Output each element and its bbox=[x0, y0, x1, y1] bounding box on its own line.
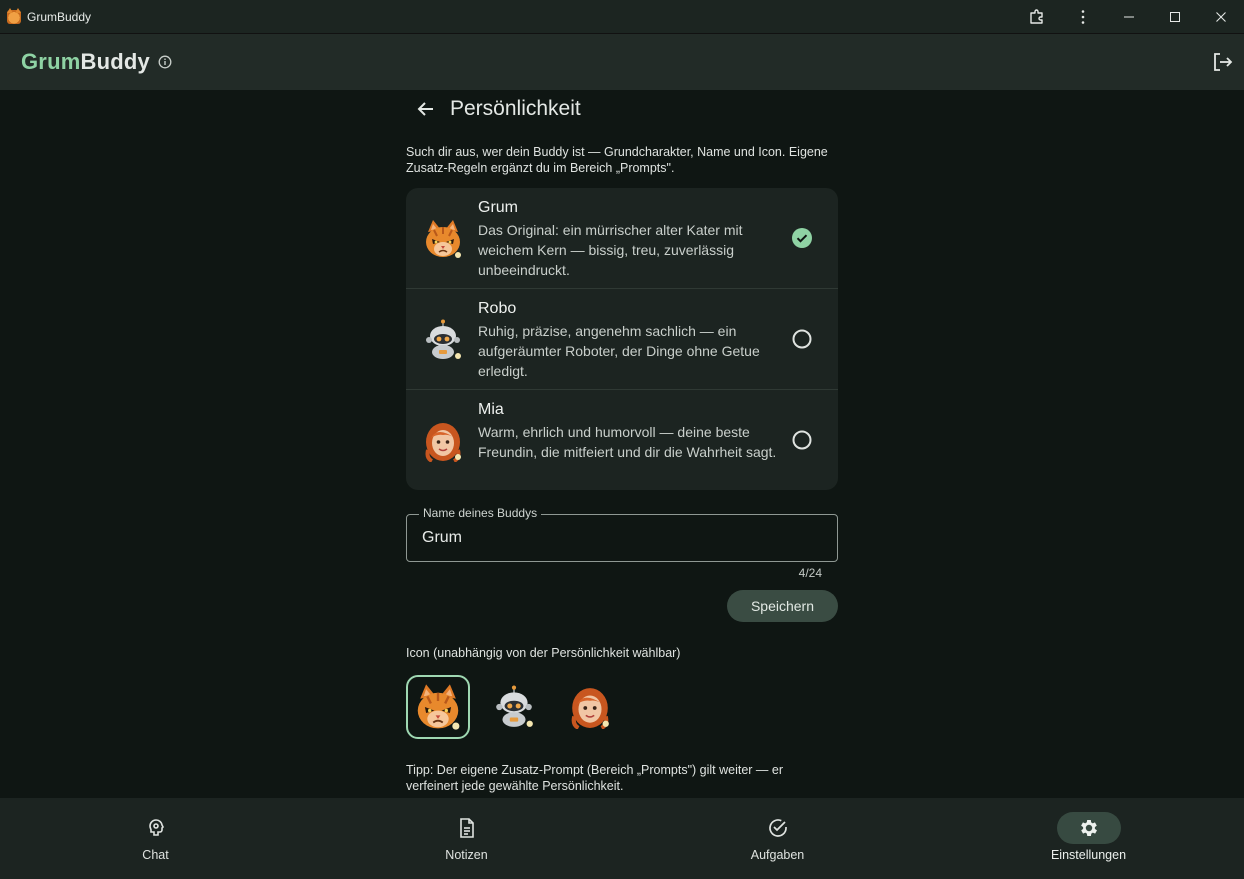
personality-description: Warm, ehrlich und humorvoll — deine best… bbox=[478, 424, 777, 460]
personality-description: Das Original: ein mürrischer alter Kater… bbox=[478, 222, 743, 278]
icon-option-cat[interactable] bbox=[406, 675, 470, 739]
nav-notizen[interactable]: Notizen bbox=[311, 798, 622, 879]
buddy-name-input[interactable] bbox=[407, 515, 837, 561]
bottom-navigation: Chat Notizen Aufgaben Einstellungen bbox=[0, 798, 1244, 879]
icon-section-label: Icon (unabhängig von der Persönlichkeit … bbox=[406, 646, 681, 660]
logout-icon[interactable] bbox=[1211, 51, 1233, 78]
more-vert-icon[interactable] bbox=[1060, 0, 1106, 34]
nav-label: Einstellungen bbox=[1050, 848, 1127, 862]
extensions-icon[interactable] bbox=[1014, 0, 1060, 34]
minimize-button[interactable] bbox=[1106, 0, 1152, 34]
gear-icon bbox=[1056, 812, 1121, 844]
intro-text: Such dir aus, wer dein Buddy ist — Grund… bbox=[406, 145, 828, 175]
radio-unchecked-icon[interactable] bbox=[792, 329, 812, 349]
personality-name: Robo bbox=[478, 300, 517, 317]
girl-avatar-icon bbox=[568, 685, 612, 729]
nav-aufgaben[interactable]: Aufgaben bbox=[622, 798, 933, 879]
nav-label: Chat bbox=[142, 848, 169, 862]
back-arrow-icon[interactable] bbox=[412, 95, 440, 123]
checked-circle-icon[interactable] bbox=[792, 228, 812, 248]
close-button[interactable] bbox=[1198, 0, 1244, 34]
personality-option-mia[interactable]: Mia Warm, ehrlich und humorvoll — deine … bbox=[406, 390, 838, 490]
check-circle-icon bbox=[746, 812, 810, 844]
window-title: GrumBuddy bbox=[27, 9, 92, 24]
brand-title: GrumBuddy bbox=[21, 49, 150, 75]
brain-icon bbox=[124, 812, 188, 844]
brand-part-grum: Grum bbox=[21, 49, 81, 74]
buddy-name-field[interactable]: Name deines Buddys bbox=[406, 506, 838, 562]
icon-option-robot[interactable] bbox=[482, 675, 546, 739]
page-title: Persönlichkeit bbox=[450, 97, 581, 120]
robot-avatar-icon bbox=[425, 319, 462, 360]
brand-part-buddy: Buddy bbox=[80, 49, 150, 74]
save-button[interactable]: Speichern bbox=[727, 590, 838, 622]
cat-avatar-icon bbox=[416, 683, 461, 731]
character-counter: 4/24 bbox=[798, 566, 822, 580]
document-icon bbox=[435, 812, 499, 844]
personality-option-robo[interactable]: Robo Ruhig, präzise, angenehm sachlich —… bbox=[406, 289, 838, 390]
app-logo-icon bbox=[7, 7, 21, 24]
nav-einstellungen[interactable]: Einstellungen bbox=[933, 798, 1244, 879]
personality-option-grum[interactable]: Grum Das Original: ein mürrischer alter … bbox=[406, 188, 838, 289]
window-titlebar: GrumBuddy bbox=[0, 0, 1244, 34]
tip-text: Tipp: Der eigene Zusatz-Prompt (Bereich … bbox=[406, 763, 784, 793]
radio-unchecked-icon[interactable] bbox=[792, 430, 812, 450]
nav-chat[interactable]: Chat bbox=[0, 798, 311, 879]
icon-option-girl[interactable] bbox=[558, 675, 622, 739]
personality-description: Ruhig, präzise, angenehm sachlich — ein … bbox=[478, 323, 760, 379]
nav-label: Notizen bbox=[445, 848, 488, 862]
personality-name: Mia bbox=[478, 401, 504, 418]
info-icon[interactable] bbox=[158, 55, 172, 69]
settings-content: Persönlichkeit Such dir aus, wer dein Bu… bbox=[0, 90, 1244, 798]
maximize-button[interactable] bbox=[1152, 0, 1198, 34]
nav-label: Aufgaben bbox=[750, 848, 805, 862]
girl-avatar-icon bbox=[424, 421, 463, 462]
page-header: Persönlichkeit bbox=[412, 94, 581, 124]
cat-avatar-icon bbox=[425, 219, 462, 259]
personality-name: Grum bbox=[478, 199, 518, 216]
personality-list: Grum Das Original: ein mürrischer alter … bbox=[406, 188, 838, 490]
app-bar: GrumBuddy bbox=[0, 34, 1244, 90]
robot-avatar-icon bbox=[495, 685, 534, 728]
window-controls bbox=[1014, 0, 1244, 34]
